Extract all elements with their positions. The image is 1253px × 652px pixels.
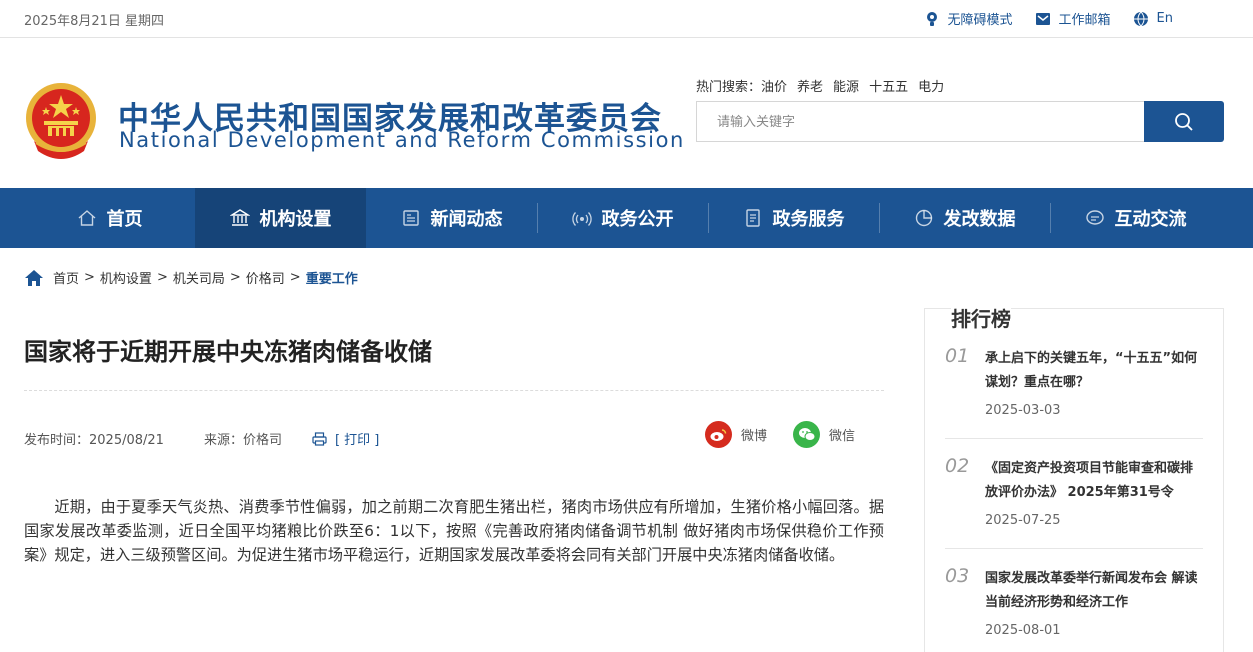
- hot-keyword[interactable]: 油价: [761, 80, 787, 95]
- nav-label: 发改数据: [943, 209, 1016, 230]
- accessibility-label: 无障碍模式: [947, 13, 1013, 28]
- rank-number: 03: [945, 565, 970, 587]
- hot-search: 热门搜索：油价 养老 能源 十五五 电力: [696, 76, 944, 95]
- article-body: 近期，由于夏季天气炎热、消费季节性偏弱，加之前期二次育肥生猪出栏，猪肉市场供应有…: [24, 498, 884, 564]
- home-icon: [25, 269, 43, 286]
- site-header: 中华人民共和国国家发展和改革委员会 National Development a…: [0, 38, 1253, 188]
- home-icon: [78, 210, 95, 226]
- nav-label: 首页: [106, 209, 143, 230]
- current-date: 2025年8月21日 星期四: [24, 14, 165, 29]
- search-bar: [696, 101, 1224, 142]
- search-input[interactable]: [696, 101, 1145, 142]
- mail-icon: [1035, 12, 1050, 25]
- english-link[interactable]: En: [1133, 9, 1173, 28]
- rank-date: 2025-07-25: [985, 513, 1061, 528]
- nav-news[interactable]: 新闻动态: [366, 188, 537, 248]
- hot-keyword[interactable]: 十五五: [869, 80, 908, 95]
- article-title: 国家将于近期开展中央冻猪肉储备收储: [24, 338, 432, 366]
- nav-label: 政务服务: [772, 209, 845, 230]
- article-source: 来源：价格司: [203, 433, 282, 448]
- top-bar: 2025年8月21日 星期四 无障碍模式 工作邮箱 En: [0, 0, 1253, 38]
- nav-gov-services[interactable]: 政务服务: [708, 188, 879, 248]
- national-emblem-icon: [26, 83, 96, 159]
- wechat-icon: [793, 421, 821, 448]
- broadcast-icon: [571, 212, 592, 226]
- ranking-item[interactable]: 03 国家发展改革委举行新闻发布会 解读当前经济形势和经济工作 2025-08-…: [945, 565, 1203, 652]
- accessibility-icon: [926, 11, 937, 26]
- article-meta: 发布时间：2025/08/21 来源：价格司 [ 打印 ]: [24, 429, 379, 448]
- search-button[interactable]: [1144, 101, 1224, 142]
- nav-label: 互动交流: [1114, 209, 1187, 230]
- nav-interaction[interactable]: 互动交流: [1050, 188, 1221, 248]
- hot-search-label: 热门搜索：: [696, 80, 762, 95]
- nav-data[interactable]: 发改数据: [879, 188, 1050, 248]
- document-icon: [745, 209, 760, 227]
- institution-icon: [229, 209, 250, 226]
- publish-date: 发布时间：2025/08/21: [24, 433, 164, 448]
- hot-keyword[interactable]: 电力: [918, 80, 944, 95]
- nav-label: 新闻动态: [430, 209, 503, 230]
- nav-label: 政务公开: [601, 209, 674, 230]
- breadcrumb-item[interactable]: 首页: [53, 268, 79, 287]
- breadcrumb-current[interactable]: 重要工作: [306, 268, 358, 287]
- print-label: [ 打印 ]: [334, 433, 380, 448]
- globe-icon: [1133, 11, 1148, 26]
- share-wechat-button[interactable]: 微信: [793, 421, 855, 448]
- newspaper-icon: [402, 210, 419, 226]
- ranking-title: 排行榜: [951, 303, 1011, 332]
- rank-date: 2025-03-03: [985, 403, 1061, 418]
- main-nav: 首页 机构设置 新闻动态 政务公开 政务服务 发改数据 互动交流: [0, 188, 1253, 248]
- breadcrumb-item[interactable]: 价格司: [246, 268, 285, 287]
- nav-label: 机构设置: [259, 209, 332, 230]
- share-wechat-label: 微信: [829, 429, 856, 444]
- ranking-item[interactable]: 02 《固定资产投资项目节能审查和碳排放评价办法》 2025年第31号令 202…: [945, 455, 1203, 549]
- rank-title: 承上启下的关键五年，“十五五”如何谋划？重点在哪？: [985, 351, 1198, 390]
- rank-title: 国家发展改革委举行新闻发布会 解读当前经济形势和经济工作: [985, 571, 1198, 610]
- share-bar: 微博 微信: [705, 421, 855, 448]
- nav-home[interactable]: 首页: [24, 188, 195, 248]
- ranking-panel: 排行榜 01 承上启下的关键五年，“十五五”如何谋划？重点在哪？ 2025-03…: [924, 303, 1224, 652]
- rank-number: 01: [945, 345, 970, 367]
- work-mail-label: 工作邮箱: [1058, 13, 1111, 28]
- english-label: En: [1156, 11, 1173, 26]
- rank-date: 2025-08-01: [985, 623, 1061, 638]
- print-button[interactable]: [ 打印 ]: [312, 429, 379, 448]
- printer-icon: [312, 431, 327, 446]
- site-name-en: National Development and Reform Commissi…: [119, 128, 685, 152]
- chat-icon: [1085, 210, 1104, 225]
- breadcrumb-item[interactable]: 机关司局: [173, 268, 225, 287]
- accessibility-link[interactable]: 无障碍模式: [924, 9, 1013, 28]
- top-links: 无障碍模式 工作邮箱 En: [924, 9, 1173, 28]
- rank-title: 《固定资产投资项目节能审查和碳排放评价办法》 2025年第31号令: [985, 461, 1194, 500]
- work-mail-link[interactable]: 工作邮箱: [1035, 9, 1111, 28]
- search-icon: [1175, 112, 1193, 131]
- hot-keyword[interactable]: 能源: [833, 80, 859, 95]
- share-weibo-button[interactable]: 微博: [705, 421, 767, 448]
- title-divider: [24, 390, 884, 391]
- breadcrumb: 首页 > 机构设置 > 机关司局 > 价格司 > 重要工作: [24, 268, 358, 287]
- share-weibo-label: 微博: [741, 429, 768, 444]
- breadcrumb-item[interactable]: 机构设置: [100, 268, 152, 287]
- weibo-icon: [705, 421, 732, 448]
- hot-keyword[interactable]: 养老: [797, 80, 823, 95]
- ranking-item[interactable]: 01 承上启下的关键五年，“十五五”如何谋划？重点在哪？ 2025-03-03: [945, 345, 1203, 439]
- pie-chart-icon: [915, 209, 932, 227]
- nav-organization[interactable]: 机构设置: [195, 188, 366, 248]
- rank-number: 02: [945, 455, 970, 477]
- nav-gov-affairs[interactable]: 政务公开: [537, 188, 708, 248]
